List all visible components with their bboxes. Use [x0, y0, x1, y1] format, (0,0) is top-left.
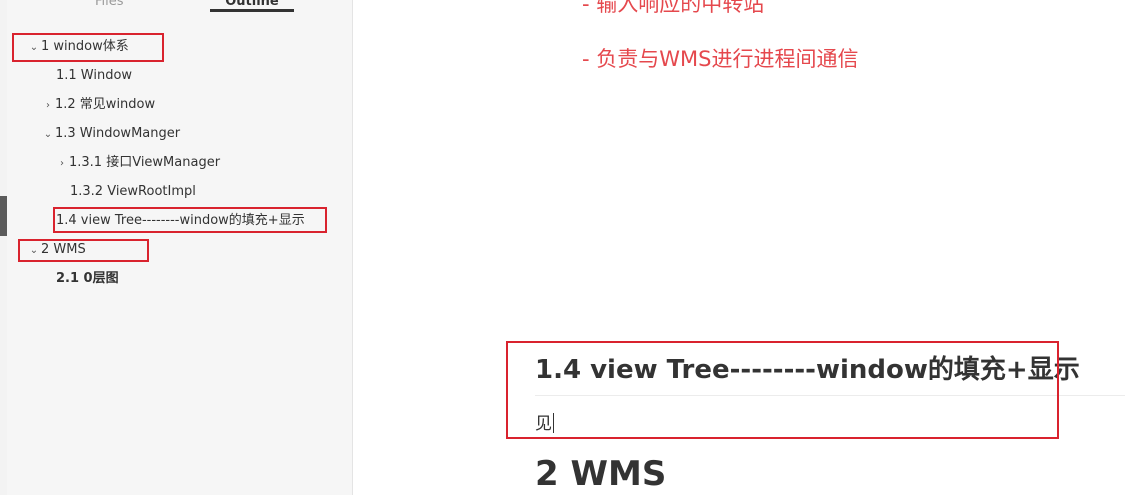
- outline-item-label: 2.1 0层图: [56, 271, 119, 286]
- outline-item-1-2[interactable]: › 1.2 常见window: [41, 94, 155, 116]
- highlight-box-outline-1: [12, 33, 164, 62]
- left-edge-strip: [0, 0, 7, 495]
- outline-item-2-1-active[interactable]: 2.1 0层图: [56, 268, 119, 290]
- outline-item-1-3-2[interactable]: 1.3.2 ViewRootImpl: [70, 181, 196, 203]
- editor-window: Files Outline ⌄ 1 window体系 1.1 Window › 1.…: [0, 0, 1125, 495]
- document-content: - 输入响应的中转站 - 负责与WMS进行进程间通信 1.4 view Tree…: [354, 0, 1125, 495]
- outline-item-label: 1.1 Window: [56, 68, 133, 83]
- heading-2-wms: 2 WMS: [535, 454, 667, 494]
- highlight-box-outline-2: [18, 239, 149, 262]
- tab-outline[interactable]: Outline: [210, 0, 294, 12]
- tab-files[interactable]: Files: [95, 0, 124, 12]
- outline-item-1-1[interactable]: 1.1 Window: [56, 65, 132, 87]
- chevron-right-icon[interactable]: ›: [41, 95, 55, 117]
- chevron-right-icon[interactable]: ›: [55, 153, 69, 175]
- sidebar-resize-handle[interactable]: [0, 196, 7, 236]
- chevron-down-icon[interactable]: ⌄: [41, 124, 55, 146]
- outline-item-label: 1.3 WindowManger: [55, 126, 181, 141]
- outline-item-label: 1.2 常见window: [55, 97, 156, 112]
- highlight-box-outline-1-4: [53, 207, 327, 233]
- outline-item-label: 1.3.2 ViewRootImpl: [70, 184, 196, 199]
- outline-item-label: 1.3.1 接口ViewManager: [69, 155, 221, 170]
- sidebar: Files Outline ⌄ 1 window体系 1.1 Window › 1.…: [7, 0, 353, 495]
- sidebar-tabs: Files Outline: [7, 0, 353, 20]
- list-item-red: - 负责与WMS进行进程间通信: [582, 47, 859, 71]
- list-item-red: - 输入响应的中转站: [582, 0, 765, 16]
- outline-item-1-3[interactable]: ⌄ 1.3 WindowManger: [41, 123, 180, 145]
- outline-item-1-3-1[interactable]: › 1.3.1 接口ViewManager: [55, 152, 220, 174]
- highlight-box-heading-1-4: [506, 341, 1059, 439]
